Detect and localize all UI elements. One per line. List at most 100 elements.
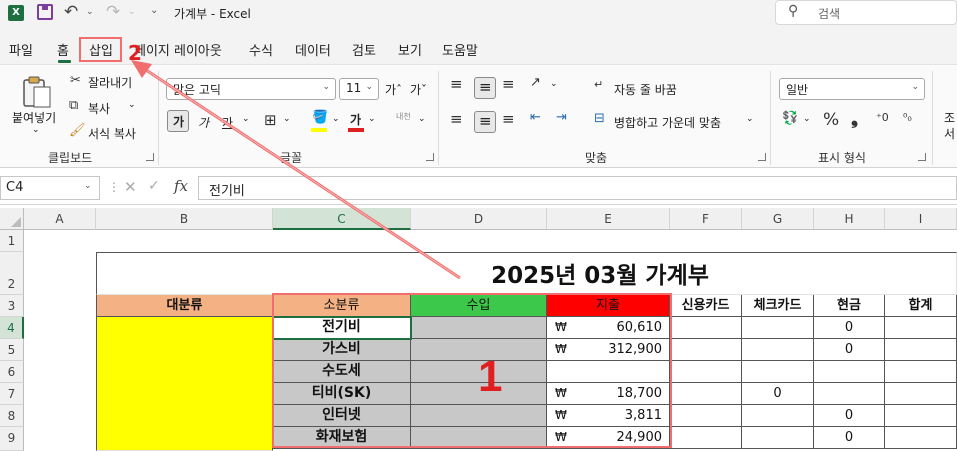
row-header-1[interactable]: 1 [0,230,24,252]
copy-options-chevron-icon[interactable]: ⌄ [128,100,136,110]
header-total[interactable]: 합계 [885,295,957,317]
more-icon[interactable]: ⋮ [108,180,120,194]
fill-color-chevron-icon[interactable]: ⌄ [332,114,340,124]
phonetic-chevron-icon[interactable]: ⌄ [418,114,426,124]
row-header-2[interactable]: 2 [0,252,24,295]
row-header-8[interactable]: 8 [0,405,24,427]
increase-indent-icon[interactable]: ⇥ [556,110,567,125]
credit-cell[interactable] [670,317,742,339]
redo-icon[interactable]: ↷ [106,2,120,22]
cash-cell[interactable] [814,361,885,383]
row-header-5[interactable]: 5 [0,339,24,361]
paste-options-chevron-icon[interactable]: ⌄ [32,125,40,135]
major-category-cell[interactable] [96,317,273,451]
insert-function-button[interactable]: fx [174,177,188,195]
copy-button[interactable]: 복사 [88,100,110,117]
column-header-d[interactable]: D [411,208,547,230]
align-top-icon[interactable]: ≡ [450,75,463,93]
save-icon[interactable] [37,4,53,20]
credit-cell[interactable] [670,361,742,383]
search-box[interactable]: ⚲ 검색 [775,0,957,25]
tab-data[interactable]: 데이터 [295,40,331,59]
header-cash[interactable]: 현금 [814,295,885,317]
column-header-h[interactable]: H [814,208,885,230]
underline-button[interactable]: 가 [222,114,233,131]
total-cell[interactable] [885,383,957,405]
formula-input[interactable]: 전기비 [198,176,957,200]
phonetic-button[interactable]: 내천 [396,111,411,122]
merge-center-icon[interactable]: ⊟ [594,111,605,126]
excel-logo-icon[interactable]: X [8,5,24,21]
increase-decimal-icon[interactable]: ⁺0 [876,111,889,124]
cash-cell[interactable]: 0 [814,339,885,361]
font-color-button[interactable]: 가 [350,111,361,128]
accounting-format-icon[interactable]: 💱 [782,111,798,126]
header-major-category[interactable]: 대분류 [96,295,273,317]
customize-quick-access-icon[interactable]: ⌄ [150,5,158,16]
borders-icon[interactable]: ⊞ [264,111,277,129]
header-credit-card[interactable]: 신용카드 [670,295,742,317]
align-left-icon[interactable]: ≡ [450,110,463,128]
tab-formulas[interactable]: 수식 [249,40,273,59]
fill-color-icon[interactable]: 🪣 [312,110,328,125]
check-cell[interactable] [742,427,814,449]
check-cell[interactable] [742,405,814,427]
header-check-card[interactable]: 체크카드 [742,295,814,317]
column-header-a[interactable]: A [24,208,96,230]
format-painter-button[interactable]: 서식 복사 [88,125,136,142]
font-color-chevron-icon[interactable]: ⌄ [368,114,376,124]
enter-icon[interactable]: ✓ [148,178,160,194]
italic-button[interactable]: 가 [198,114,209,131]
copy-icon[interactable]: ⧉ [69,98,78,113]
tab-help[interactable]: 도움말 [442,40,478,59]
font-size-dropdown[interactable]: 11 ⌄ [339,78,379,100]
redo-dropdown-chevron-icon[interactable]: ⌄ [128,7,136,17]
cash-cell[interactable] [814,383,885,405]
percent-style-button[interactable]: % [823,110,839,130]
row-header-6[interactable]: 6 [0,361,24,383]
align-right-icon[interactable]: ≡ [502,110,515,128]
increase-font-size-button[interactable]: 가ˆ [385,81,402,98]
align-center-button[interactable]: ≡ [474,111,496,133]
number-launcher-icon[interactable] [918,153,926,161]
decrease-indent-icon[interactable]: ⇤ [530,110,541,125]
conditional-format-partial-2[interactable]: 서 [944,125,955,142]
credit-cell[interactable] [670,383,742,405]
number-format-dropdown[interactable]: 일반 ⌄ [779,78,925,100]
font-name-dropdown[interactable]: 맑은 고딕 ⌄ [166,78,336,100]
total-cell[interactable] [885,361,957,383]
cash-cell[interactable]: 0 [814,405,885,427]
name-box-chevron-icon[interactable]: ⌄ [84,181,92,191]
underline-options-chevron-icon[interactable]: ⌄ [242,114,250,124]
merge-center-chevron-icon[interactable]: ⌄ [746,114,754,124]
total-cell[interactable] [885,339,957,361]
tab-review[interactable]: 검토 [352,40,376,59]
align-bottom-icon[interactable]: ≡ [502,75,515,93]
tab-home[interactable]: 홈 [57,40,69,59]
check-cell[interactable] [742,361,814,383]
column-header-i[interactable]: I [885,208,957,230]
credit-cell[interactable] [670,339,742,361]
undo-dropdown-chevron-icon[interactable]: ⌄ [86,7,94,17]
comma-style-button[interactable]: ❟ [851,108,858,129]
tab-view[interactable]: 보기 [398,40,422,59]
total-cell[interactable] [885,405,957,427]
wrap-text-button[interactable]: 자동 줄 바꿈 [614,81,677,98]
cut-icon[interactable]: ✂ [70,73,81,88]
clipboard-launcher-icon[interactable] [146,153,154,161]
total-cell[interactable] [885,427,957,449]
tab-page-layout[interactable]: 페이지 레이아웃 [134,40,222,59]
decrease-decimal-icon[interactable]: ⁰₀ [903,111,912,124]
check-cell[interactable]: 0 [742,383,814,405]
column-header-f[interactable]: F [670,208,742,230]
bold-button[interactable]: 가 [167,110,189,132]
alignment-launcher-icon[interactable] [758,153,766,161]
accounting-chevron-icon[interactable]: ⌄ [803,114,811,124]
orientation-icon[interactable]: ↗ [530,75,541,90]
decrease-font-size-button[interactable]: 가ˇ [410,81,427,98]
font-launcher-icon[interactable] [426,153,434,161]
merge-center-button[interactable]: 병합하고 가운데 맞춤 [614,114,721,131]
check-cell[interactable] [742,317,814,339]
borders-chevron-icon[interactable]: ⌄ [283,114,291,124]
row-header-3[interactable]: 3 [0,295,24,317]
